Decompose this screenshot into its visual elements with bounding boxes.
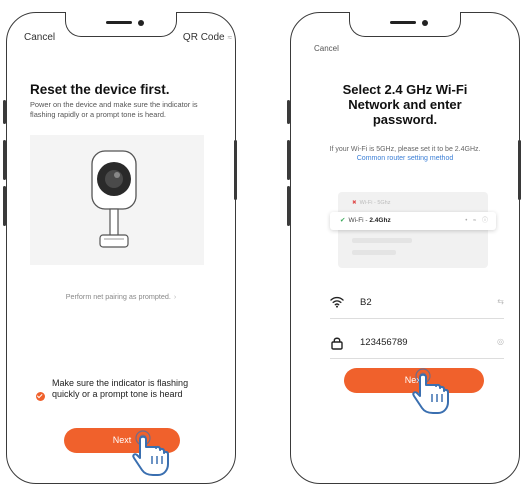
router-setting-link[interactable]: Common router setting method	[357, 155, 454, 162]
wifi-icon	[330, 296, 344, 308]
side-button	[3, 100, 6, 124]
wifi-illustration: ✖ Wi-Fi - 5Ghz ✔ Wi-Fi - 2.4Ghz • ≈ ⓘ	[330, 192, 496, 268]
placeholder-row	[352, 238, 412, 243]
phone-notch	[65, 12, 177, 37]
camera-dot	[422, 19, 428, 26]
cross-icon: ✖	[352, 200, 357, 206]
eye-icon[interactable]: ◎	[497, 337, 504, 346]
wifi-24ghz-label: Wi-Fi -	[348, 217, 370, 224]
wifi-row-5ghz: ✖ Wi-Fi - 5Ghz	[352, 200, 390, 206]
camera-icon	[91, 150, 137, 248]
tap-hand-icon	[132, 430, 169, 476]
side-button	[3, 140, 6, 180]
perform-pairing-label: Perform net pairing as prompted.	[65, 292, 171, 301]
chevron-right-icon: ›	[173, 292, 177, 301]
switch-network-icon[interactable]: ⇆	[497, 297, 504, 306]
cancel-button[interactable]: Cancel	[24, 32, 55, 43]
wifi-row-icons: • ≈ ⓘ	[465, 218, 490, 224]
wifi-5ghz-label: Wi-Fi - 5Ghz	[359, 200, 391, 206]
qr-code-label: QR Code	[182, 32, 225, 43]
camera-dot	[138, 19, 144, 26]
page-title: Select 2.4 GHz Wi-Fi Network and enter p…	[342, 82, 468, 127]
wifi-ssid-field[interactable]: B2 ⇆	[330, 288, 504, 319]
page-description: If your Wi-Fi is 5GHz, please set it to …	[324, 146, 486, 163]
confirm-indicator-label: Make sure the indicator is flashing quic…	[52, 378, 189, 399]
wifi-row-24ghz: ✔ Wi-Fi - 2.4Ghz • ≈ ⓘ	[330, 212, 496, 230]
qr-code-icon: ≈	[227, 33, 232, 42]
speaker-bar	[390, 21, 416, 24]
wifi-24ghz-freq: 2.4Ghz	[369, 217, 391, 224]
lock-icon	[331, 337, 343, 350]
side-button	[287, 140, 290, 180]
side-button	[234, 140, 237, 200]
placeholder-row	[352, 250, 396, 255]
perform-pairing-link[interactable]: Perform net pairing as prompted. ›	[6, 292, 236, 301]
check-icon: ✔	[340, 217, 346, 224]
qr-code-button[interactable]: QR Code ≈	[183, 32, 232, 43]
tap-hand-icon	[412, 368, 449, 414]
speaker-bar	[106, 21, 132, 24]
page-description: Power on the device and make sure the in…	[30, 100, 198, 119]
phone-notch	[349, 12, 461, 37]
wifi-password-field[interactable]: 123456789 ◎	[330, 328, 504, 359]
wifi-password-value: 123456789	[360, 337, 408, 348]
side-button	[518, 140, 521, 200]
side-button	[3, 186, 6, 226]
cancel-button[interactable]: Cancel	[314, 44, 339, 53]
page-title: Reset the device first.	[30, 82, 170, 97]
camera-illustration	[30, 135, 204, 265]
description-text: If your Wi-Fi is 5GHz, please set it to …	[329, 146, 481, 153]
check-circle-icon[interactable]	[36, 392, 45, 401]
wifi-ssid-value: B2	[360, 297, 372, 308]
side-button	[287, 186, 290, 226]
